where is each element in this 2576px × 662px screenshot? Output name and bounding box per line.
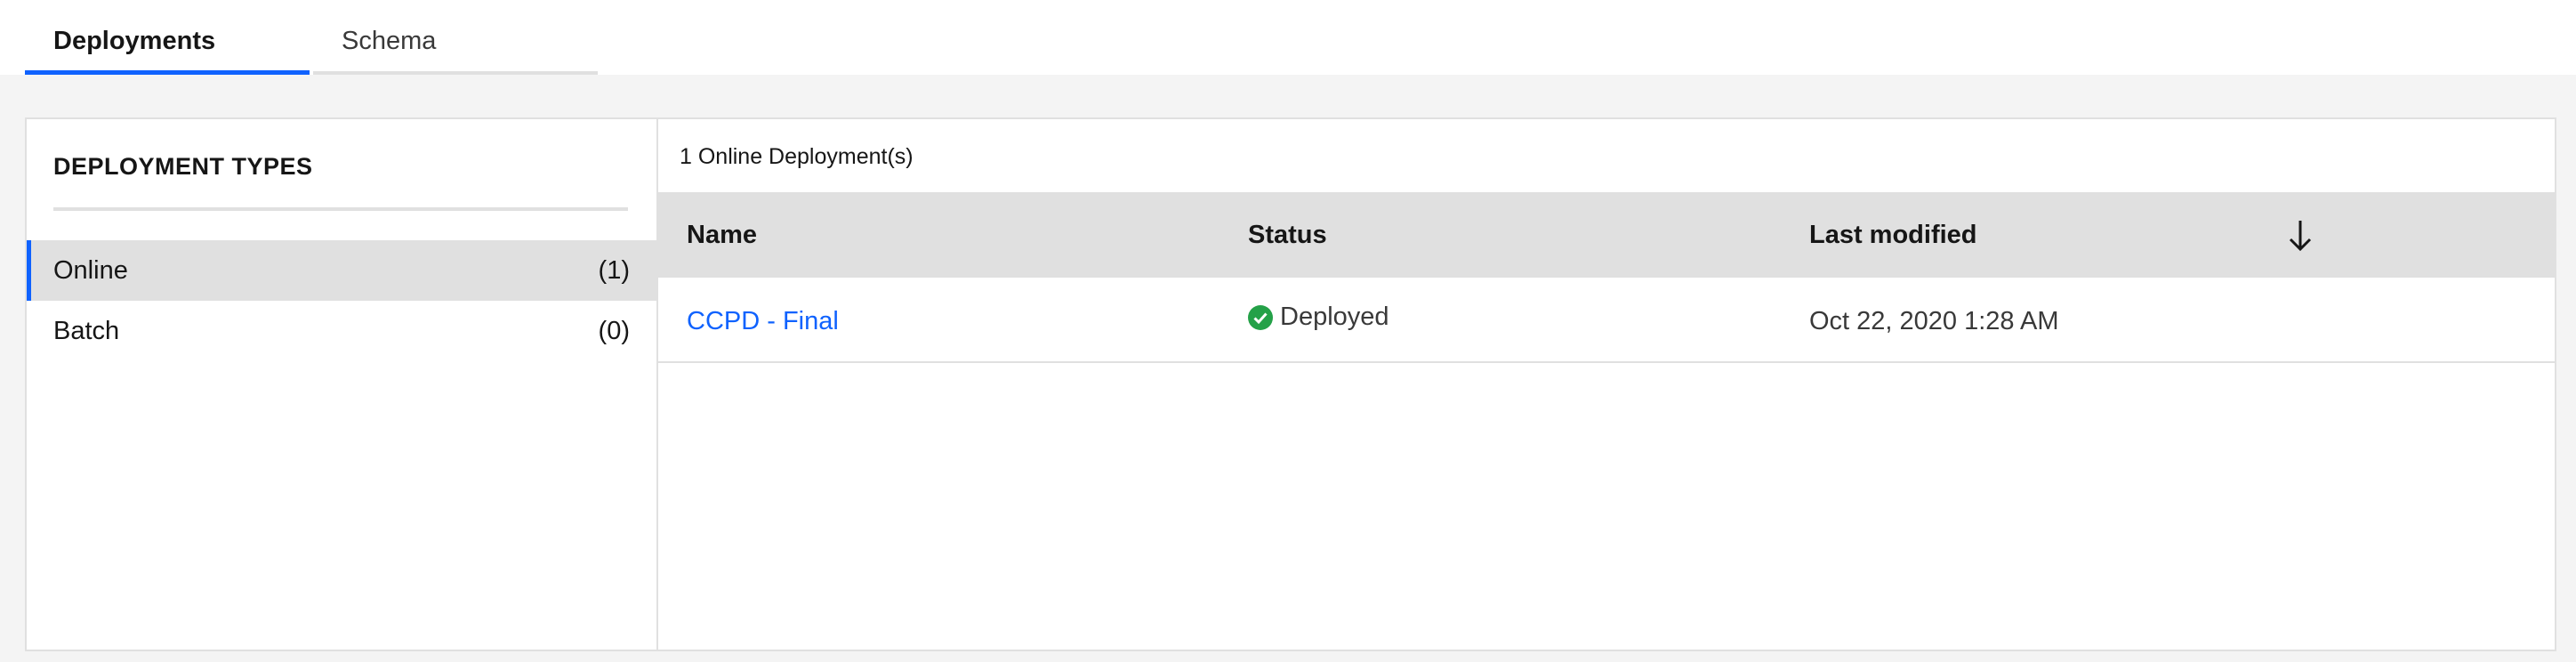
table-header: Name Status Last modified — [658, 192, 2556, 278]
table-row: CCPD - Final Deployed Oct 22, 2020 1:28 … — [658, 278, 2556, 363]
sidebar-item-count: (1) — [598, 256, 630, 285]
status-label: Deployed — [1280, 303, 1389, 331]
deployment-count: 1 Online Deployment(s) — [680, 144, 914, 169]
deployments-content: 1 Online Deployment(s) Name Status Last … — [658, 119, 2556, 650]
deployment-status: Deployed — [1248, 303, 1389, 332]
last-modified-value: Oct 22, 2020 1:28 AM — [1809, 307, 2059, 335]
sidebar-item-count: (0) — [598, 317, 630, 345]
tab-bar: Deployments Schema — [0, 0, 2576, 75]
column-header-name[interactable]: Name — [687, 221, 757, 250]
sidebar-item-label: Online — [53, 256, 128, 285]
sidebar-item-label: Batch — [53, 317, 120, 345]
sidebar-item-batch[interactable]: Batch (0) — [27, 301, 656, 361]
tab-schema[interactable]: Schema — [313, 0, 598, 75]
arrow-down-icon[interactable] — [2282, 214, 2318, 256]
sidebar-heading: DEPLOYMENT TYPES — [53, 153, 313, 180]
deployment-types-sidebar: DEPLOYMENT TYPES Online (1) Batch (0) — [27, 119, 658, 650]
check-circle-icon — [1248, 304, 1273, 330]
tab-deployments[interactable]: Deployments — [25, 0, 310, 75]
column-header-status[interactable]: Status — [1248, 221, 1327, 250]
deployment-name-link[interactable]: CCPD - Final — [687, 307, 839, 336]
column-header-last-modified[interactable]: Last modified — [1809, 221, 1977, 250]
deployments-panel: DEPLOYMENT TYPES Online (1) Batch (0) 1 … — [25, 117, 2556, 651]
sidebar-divider — [53, 207, 628, 211]
sidebar-item-online[interactable]: Online (1) — [27, 240, 656, 301]
